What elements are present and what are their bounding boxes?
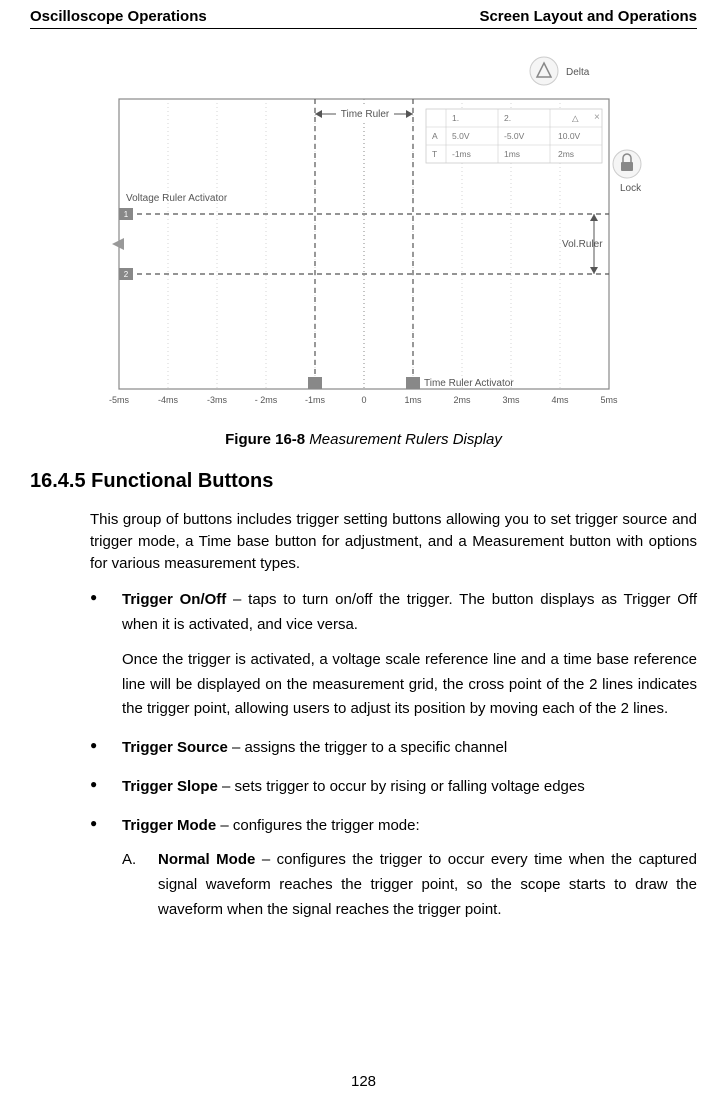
svg-text:2ms: 2ms bbox=[453, 395, 471, 405]
sub-list: A. Normal Mode – configures the trigger … bbox=[122, 848, 697, 922]
svg-text:2.: 2. bbox=[504, 113, 511, 123]
time-ruler-activator-label: Time Ruler Activator bbox=[424, 378, 514, 389]
intro-paragraph: This group of buttons includes trigger s… bbox=[90, 509, 697, 574]
svg-text:4ms: 4ms bbox=[551, 395, 569, 405]
voltage-ruler-activator-label: Voltage Ruler Activator bbox=[126, 193, 228, 204]
list-item: Trigger On/Off – taps to turn on/off the… bbox=[90, 588, 697, 722]
item-followup: Once the trigger is activated, a voltage… bbox=[122, 648, 697, 722]
item-title: Trigger Source bbox=[122, 739, 228, 756]
item-title: Trigger On/Off bbox=[122, 591, 226, 608]
svg-text:3ms: 3ms bbox=[502, 395, 520, 405]
svg-text:2ms: 2ms bbox=[558, 149, 574, 159]
item-text: – configures the trigger mode: bbox=[216, 817, 419, 834]
svg-text:2: 2 bbox=[123, 270, 128, 279]
header-right: Screen Layout and Operations bbox=[479, 8, 697, 25]
svg-text:A: A bbox=[432, 131, 438, 141]
figure-caption-text: Measurement Rulers Display bbox=[305, 431, 502, 448]
svg-text:-5ms: -5ms bbox=[109, 395, 129, 405]
svg-text:1ms: 1ms bbox=[504, 149, 520, 159]
svg-text:△: △ bbox=[572, 113, 579, 123]
svg-text:0: 0 bbox=[361, 395, 366, 405]
time-ruler-label: Time Ruler bbox=[340, 109, 389, 120]
item-title: Trigger Mode bbox=[122, 817, 216, 834]
svg-text:5.0V: 5.0V bbox=[452, 131, 470, 141]
list-item: Trigger Mode – configures the trigger mo… bbox=[90, 814, 697, 923]
svg-text:×: × bbox=[594, 112, 600, 123]
page-number: 128 bbox=[0, 1073, 727, 1090]
lock-label: Lock bbox=[620, 183, 642, 194]
svg-text:5ms: 5ms bbox=[600, 395, 618, 405]
item-text: – sets trigger to occur by rising or fal… bbox=[218, 778, 585, 795]
item-text: – assigns the trigger to a specific chan… bbox=[228, 739, 507, 756]
section-heading: 16.4.5 Functional Buttons bbox=[30, 470, 697, 493]
oscilloscope-figure: Time Ruler 1 2 Voltage Ruler Activator V… bbox=[84, 49, 644, 419]
figure-caption-label: Figure 16-8 bbox=[225, 431, 305, 448]
vol-ruler-label: Vol.Ruler bbox=[562, 239, 603, 250]
figure-caption: Figure 16-8 Measurement Rulers Display bbox=[30, 431, 697, 448]
list-item: Trigger Slope – sets trigger to occur by… bbox=[90, 775, 697, 800]
sub-item-letter: A. bbox=[122, 848, 136, 873]
svg-text:-5.0V: -5.0V bbox=[504, 131, 525, 141]
header-divider bbox=[30, 28, 697, 29]
header-left: Oscilloscope Operations bbox=[30, 8, 207, 25]
svg-text:-4ms: -4ms bbox=[158, 395, 178, 405]
svg-text:1ms: 1ms bbox=[404, 395, 422, 405]
item-title: Trigger Slope bbox=[122, 778, 218, 795]
delta-label: Delta bbox=[566, 67, 590, 78]
sub-list-item: A. Normal Mode – configures the trigger … bbox=[122, 848, 697, 922]
svg-text:-1ms: -1ms bbox=[452, 149, 471, 159]
list-item: Trigger Source – assigns the trigger to … bbox=[90, 736, 697, 761]
bullet-list: Trigger On/Off – taps to turn on/off the… bbox=[90, 588, 697, 922]
svg-text:1.: 1. bbox=[452, 113, 459, 123]
page-header: Oscilloscope Operations Screen Layout an… bbox=[30, 0, 697, 25]
figure-container: Time Ruler 1 2 Voltage Ruler Activator V… bbox=[30, 49, 697, 419]
svg-text:10.0V: 10.0V bbox=[558, 131, 581, 141]
sub-item-title: Normal Mode bbox=[158, 851, 255, 868]
svg-text:1: 1 bbox=[123, 210, 128, 219]
svg-text:- 2ms: - 2ms bbox=[254, 395, 277, 405]
svg-text:-1ms: -1ms bbox=[305, 395, 325, 405]
data-table: 1. 2. △ A 5.0V -5.0V 10.0V T -1ms 1ms 2m… bbox=[426, 109, 602, 163]
svg-text:T: T bbox=[432, 149, 437, 159]
svg-text:-3ms: -3ms bbox=[207, 395, 227, 405]
